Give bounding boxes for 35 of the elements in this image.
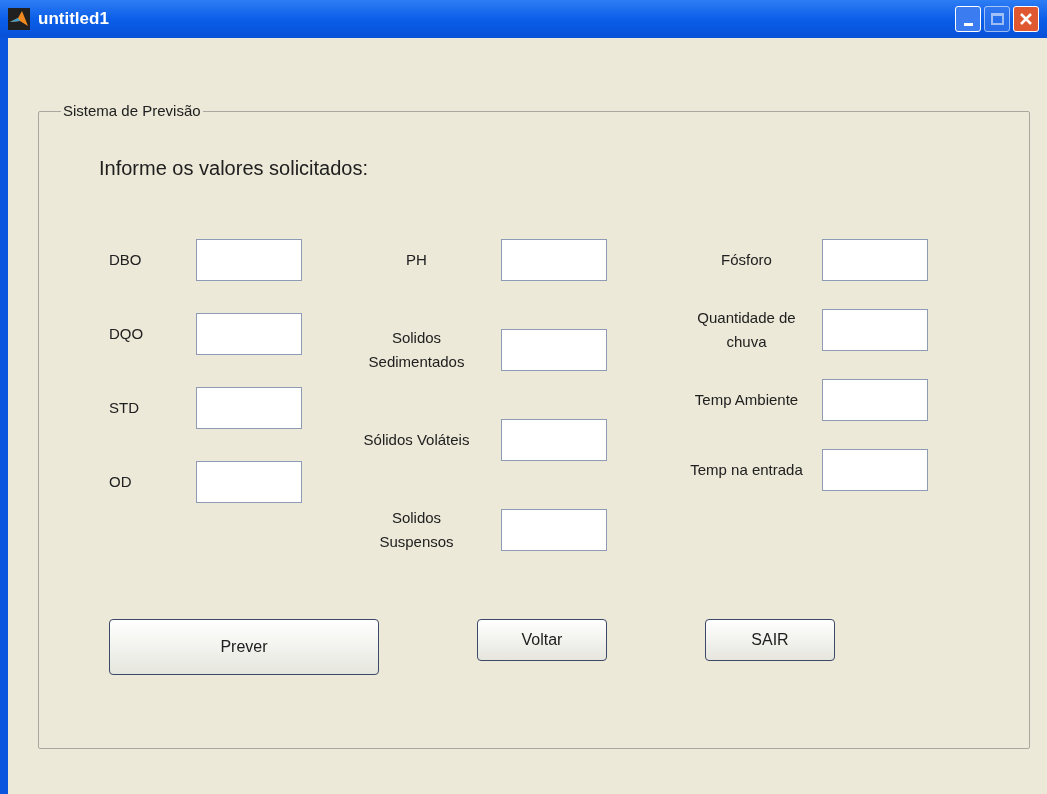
input-field[interactable]: [822, 238, 928, 281]
input-field[interactable]: [822, 308, 928, 351]
close-button[interactable]: [1013, 6, 1039, 32]
field-label: Sólidos Voláteis: [362, 429, 471, 450]
close-icon: [1019, 12, 1033, 26]
app-icon: [8, 8, 30, 30]
input-field[interactable]: [196, 312, 302, 355]
field-label: PH: [405, 249, 428, 270]
input-field[interactable]: [822, 448, 928, 491]
field-label: Fósforo: [720, 249, 773, 270]
field-label: Temp na entrada: [689, 459, 804, 480]
field-label: Solidos Sedimentados: [367, 327, 466, 372]
input-field[interactable]: [196, 386, 302, 429]
field-label: OD: [108, 471, 133, 492]
action-button[interactable]: SAIR: [705, 618, 835, 661]
input-field[interactable]: [822, 378, 928, 421]
field-label: Solidos Suspensos: [378, 507, 455, 552]
prompt-text: Informe os valores solicitados:: [99, 155, 368, 181]
input-field[interactable]: [196, 460, 302, 503]
input-field[interactable]: [501, 508, 607, 551]
field-label: STD: [108, 397, 140, 418]
window-title: untitled1: [38, 8, 109, 31]
field-label: Quantidade de chuva: [696, 307, 797, 352]
input-field[interactable]: [501, 238, 607, 281]
field-label: DBO: [108, 249, 143, 270]
field-label: DQO: [108, 323, 145, 344]
minimize-button[interactable]: [955, 6, 981, 32]
action-button[interactable]: Prever: [109, 618, 379, 675]
action-button[interactable]: Voltar: [477, 618, 607, 661]
panel-title: Sistema de Previsão: [62, 101, 202, 121]
input-field[interactable]: [196, 238, 302, 281]
input-field[interactable]: [501, 418, 607, 461]
input-field[interactable]: [501, 328, 607, 371]
maximize-button[interactable]: [984, 6, 1010, 32]
field-label: Temp Ambiente: [693, 389, 800, 410]
